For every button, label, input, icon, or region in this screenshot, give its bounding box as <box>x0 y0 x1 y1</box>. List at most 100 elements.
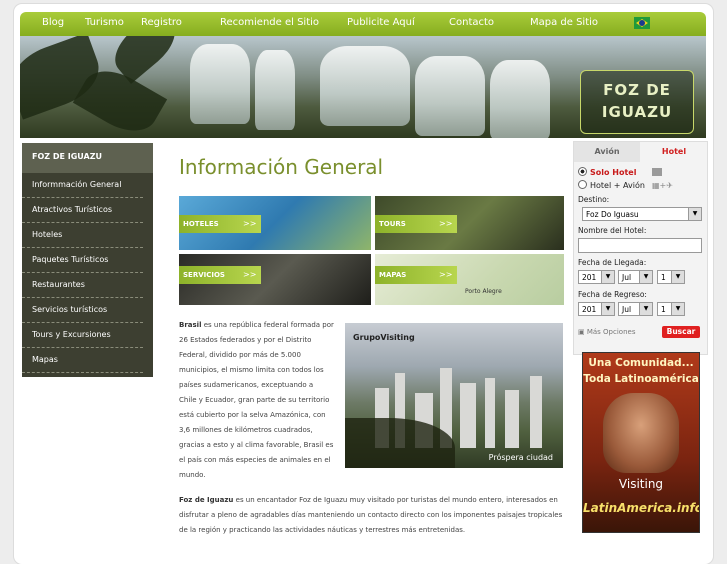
paragraph-line: disfrutar a pleno de agradables días man… <box>179 508 565 523</box>
paragraph-text: países sudamericanos, exceptuando a <box>179 381 314 389</box>
chevron-down-icon: ▼ <box>601 271 614 283</box>
hotel-name-input[interactable] <box>578 238 702 253</box>
paragraph-text: 3,6 millones de kilómetros cuadrados, <box>179 426 313 434</box>
tab-hotel[interactable]: Hotel <box>641 142 707 162</box>
paragraph-text: mundo. <box>179 471 206 479</box>
chevron-down-icon: ▼ <box>671 303 684 315</box>
month-value: Jul <box>622 305 632 314</box>
sidebar-item-hoteles[interactable]: Hoteles <box>22 223 143 248</box>
destino-value: Foz Do Iguasu <box>586 210 639 219</box>
sidebar-title: FOZ DE IGUAZU <box>22 143 153 173</box>
option-label: Hotel + Avión <box>590 181 645 190</box>
tile-mapas[interactable]: MAPAS >> Porto Alegre <box>375 254 564 305</box>
city-photo: GrupoVisiting Próspera ciudad <box>345 323 563 468</box>
paragraph-text: Chile y Ecuador, gran parte de su territ… <box>179 396 330 404</box>
logo-line-1: FOZ DE <box>603 81 671 99</box>
advertisement-banner[interactable]: Una Comunidad... Toda Latinoamérica Visi… <box>582 352 700 533</box>
month-value: Jul <box>622 273 632 282</box>
paragraph-foz: Foz de Iguazu es un encantador Foz de Ig… <box>179 493 565 538</box>
sidebar-item-informacion[interactable]: Informmación General <box>22 173 143 198</box>
paragraph-line: de la región y practicando las actividad… <box>179 523 565 538</box>
paragraph-line: está cubierto por la selva Amazónica, co… <box>179 408 337 423</box>
nav-recomiende[interactable]: Recomiende el Sitio <box>220 17 319 28</box>
paragraph-line: Federal, dividido por más de 5.000 <box>179 348 337 363</box>
paragraph-text: de la región y practicando las actividad… <box>179 526 466 534</box>
hotel-icon <box>652 168 662 176</box>
ad-line-4: LatinAmerica.info <box>583 501 700 515</box>
day-value: 1 <box>661 273 666 282</box>
option-solo-hotel[interactable]: Solo Hotel <box>578 167 636 177</box>
booking-widget: Avión Hotel Solo Hotel Hotel + Avión ▦+✈… <box>573 141 708 355</box>
foz-de-iguazu-logo: FOZ DE IGUAZU <box>580 70 694 134</box>
nav-turismo[interactable]: Turismo <box>85 17 124 28</box>
paragraph-line: el país con más especies de animales en … <box>179 453 337 468</box>
logo-line-2: IGUAZU <box>601 103 673 121</box>
sidebar-item-servicios[interactable]: Servicios turísticos <box>22 298 143 323</box>
paragraph-line: Brasil es una república federal formada … <box>179 318 337 333</box>
ad-portrait <box>603 393 679 473</box>
chevron-down-icon: ▼ <box>639 303 652 315</box>
paragraph-text: gracias a esto y al clima favorable, Bra… <box>179 441 334 449</box>
llegada-month-select[interactable]: Jul ▼ <box>618 270 653 284</box>
option-hotel-avion[interactable]: Hotel + Avión <box>578 180 645 190</box>
bold-term: Brasil <box>179 321 202 329</box>
paragraph-text: 26 Estados federados y por el Distrito <box>179 336 312 344</box>
ad-line-3: Visiting <box>618 477 664 491</box>
chevron-down-icon: ▼ <box>601 303 614 315</box>
buscar-button[interactable]: Buscar <box>662 326 700 338</box>
paragraph-text: Federal, dividido por más de 5.000 <box>179 351 301 359</box>
regreso-label: Fecha de Regreso: <box>578 290 647 299</box>
chevron-down-icon: ▼ <box>639 271 652 283</box>
tile-servicios[interactable]: SERVICIOS >> <box>179 254 371 305</box>
llegada-label: Fecha de Llegada: <box>578 258 647 267</box>
nav-publicite[interactable]: Publicite Aquí <box>347 17 415 28</box>
paragraph-text: el país con más especies de animales en … <box>179 456 331 464</box>
destino-label: Destino: <box>578 195 610 204</box>
paragraph-text: disfrutar a pleno de agradables días man… <box>179 511 563 519</box>
destino-select[interactable]: Foz Do Iguasu ▼ <box>582 207 702 221</box>
option-label: Solo Hotel <box>590 168 637 177</box>
brazil-flag-icon[interactable] <box>634 17 650 29</box>
nav-registro[interactable]: Registro <box>141 17 182 28</box>
paragraph-line: Chile y Ecuador, gran parte de su territ… <box>179 393 337 408</box>
tile-hoteles[interactable]: HOTELES >> <box>179 196 371 250</box>
regreso-year-select[interactable]: 201 ▼ <box>578 302 615 316</box>
llegada-year-select[interactable]: 201 ▼ <box>578 270 615 284</box>
category-tiles: HOTELES >> TOURS >> SERVICIOS >> MAPAS >… <box>179 196 564 305</box>
tile-tours[interactable]: TOURS >> <box>375 196 564 250</box>
tile-arrow: >> <box>439 270 453 279</box>
paragraph-text: es una república federal formada por <box>201 321 334 329</box>
paragraph-line: 26 Estados federados y por el Distrito <box>179 333 337 348</box>
mas-opciones-label: Más Opciones <box>586 328 636 336</box>
regreso-month-select[interactable]: Jul ▼ <box>618 302 653 316</box>
chevron-down-icon: ▼ <box>671 271 684 283</box>
nav-contacto[interactable]: Contacto <box>449 17 494 28</box>
sidebar-item-atractivos[interactable]: Atractivos Turísticos <box>22 198 143 223</box>
tile-arrow: >> <box>243 270 257 279</box>
nav-mapa-sitio[interactable]: Mapa de Sitio <box>530 17 598 28</box>
sidebar-item-tours[interactable]: Tours y Excursiones <box>22 323 143 348</box>
tab-avion[interactable]: Avión <box>574 142 640 162</box>
header-banner: FOZ DE IGUAZU <box>20 36 706 138</box>
nav-blog[interactable]: Blog <box>42 17 64 28</box>
mas-opciones-link[interactable]: ▣ Más Opciones <box>578 328 635 336</box>
radio-selected-icon <box>578 167 587 176</box>
sidebar-nav: FOZ DE IGUAZU Informmación General Atrac… <box>22 143 153 377</box>
paragraph-text: municipios, el mismo limita con todos lo… <box>179 366 324 374</box>
paragraph-line: 3,6 millones de kilómetros cuadrados, <box>179 423 337 438</box>
year-value: 201 <box>582 273 597 282</box>
sidebar-item-paquetes[interactable]: Paquetes Turísticos <box>22 248 143 273</box>
radio-icon <box>578 180 587 189</box>
photo-brand: GrupoVisiting <box>353 333 415 342</box>
paragraph-line: países sudamericanos, exceptuando a <box>179 378 337 393</box>
hotel-name-label: Nombre del Hotel: <box>578 226 647 235</box>
tile-arrow: >> <box>243 219 257 228</box>
booking-tabs: Avión Hotel <box>574 142 707 162</box>
photo-caption: Próspera ciudad <box>488 453 553 462</box>
llegada-day-select[interactable]: 1 ▼ <box>657 270 685 284</box>
paragraph-brasil: Brasil es una república federal formada … <box>179 318 337 483</box>
sidebar-item-restaurantes[interactable]: Restaurantes <box>22 273 143 298</box>
bold-term: Foz de Iguazu <box>179 496 234 504</box>
sidebar-item-mapas[interactable]: Mapas <box>22 348 143 373</box>
regreso-day-select[interactable]: 1 ▼ <box>657 302 685 316</box>
